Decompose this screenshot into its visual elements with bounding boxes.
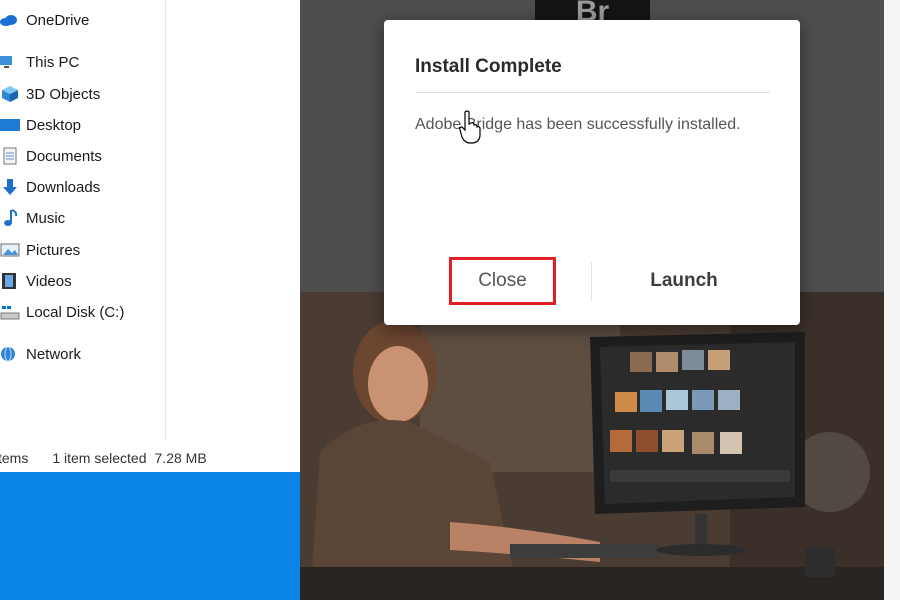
nav-item-onedrive[interactable]: OneDrive — [0, 8, 89, 32]
nav-item-label: Music — [26, 209, 66, 227]
taskbar-background — [0, 472, 300, 600]
status-bar: tems 1 item selected 7.28 MB — [0, 446, 300, 470]
nav-item-label: OneDrive — [26, 11, 90, 29]
nav-item-desktop[interactable]: Desktop — [0, 113, 81, 137]
nav-item-this-pc[interactable]: This PC — [0, 50, 79, 74]
nav-item-label: Local Disk (C:) — [26, 303, 125, 321]
dialog-title: Install Complete — [415, 56, 562, 77]
launch-button[interactable]: Launch — [629, 257, 739, 305]
nav-item-label: Documents — [26, 147, 102, 165]
download-arrow-icon — [0, 178, 22, 196]
nav-item-pictures[interactable]: Pictures — [0, 238, 80, 262]
nav-item-label: Desktop — [26, 116, 82, 134]
button-divider — [591, 262, 592, 302]
computer-icon — [0, 53, 22, 71]
music-note-icon — [0, 209, 22, 227]
dialog-divider — [415, 92, 770, 93]
desktop-icon — [0, 116, 22, 134]
nav-item-videos[interactable]: Videos — [0, 269, 72, 293]
hero-photo-illustration — [300, 292, 884, 600]
film-icon — [0, 272, 22, 290]
nav-item-label: This PC — [26, 53, 80, 71]
navigation-pane: OneDrive This PC 3D Objects Desktop Docu — [0, 0, 166, 440]
cloud-icon — [0, 11, 22, 29]
network-icon — [0, 345, 22, 363]
nav-item-3d-objects[interactable]: 3D Objects — [0, 82, 100, 106]
selection-size-text: 7.28 MB — [154, 450, 207, 466]
nav-item-documents[interactable]: Documents — [0, 144, 102, 168]
installer-hero-image — [300, 292, 884, 600]
nav-item-local-disk-c[interactable]: Local Disk (C:) — [0, 300, 124, 324]
document-icon — [0, 147, 22, 165]
item-count-text: tems — [0, 450, 29, 466]
selection-text: 1 item selected — [52, 450, 147, 466]
install-complete-dialog: Install Complete Adobe Bridge has been s… — [384, 20, 800, 325]
nav-item-music[interactable]: Music — [0, 206, 65, 230]
nav-item-label: 3D Objects — [26, 85, 101, 103]
nav-item-label: Pictures — [26, 241, 81, 259]
drive-icon — [0, 303, 22, 321]
nav-item-label: Downloads — [26, 178, 101, 196]
picture-icon — [0, 241, 22, 259]
close-button[interactable]: Close — [449, 257, 556, 305]
window-edge — [884, 0, 900, 600]
cube-icon — [0, 85, 22, 103]
hand-cursor-icon — [459, 110, 481, 144]
nav-item-network[interactable]: Network — [0, 342, 81, 366]
nav-item-label: Network — [26, 345, 82, 363]
nav-item-label: Videos — [26, 272, 72, 290]
file-explorer-window: OneDrive This PC 3D Objects Desktop Docu — [0, 0, 300, 472]
nav-item-downloads[interactable]: Downloads — [0, 175, 100, 199]
bridge-logo: Br — [535, 0, 650, 22]
